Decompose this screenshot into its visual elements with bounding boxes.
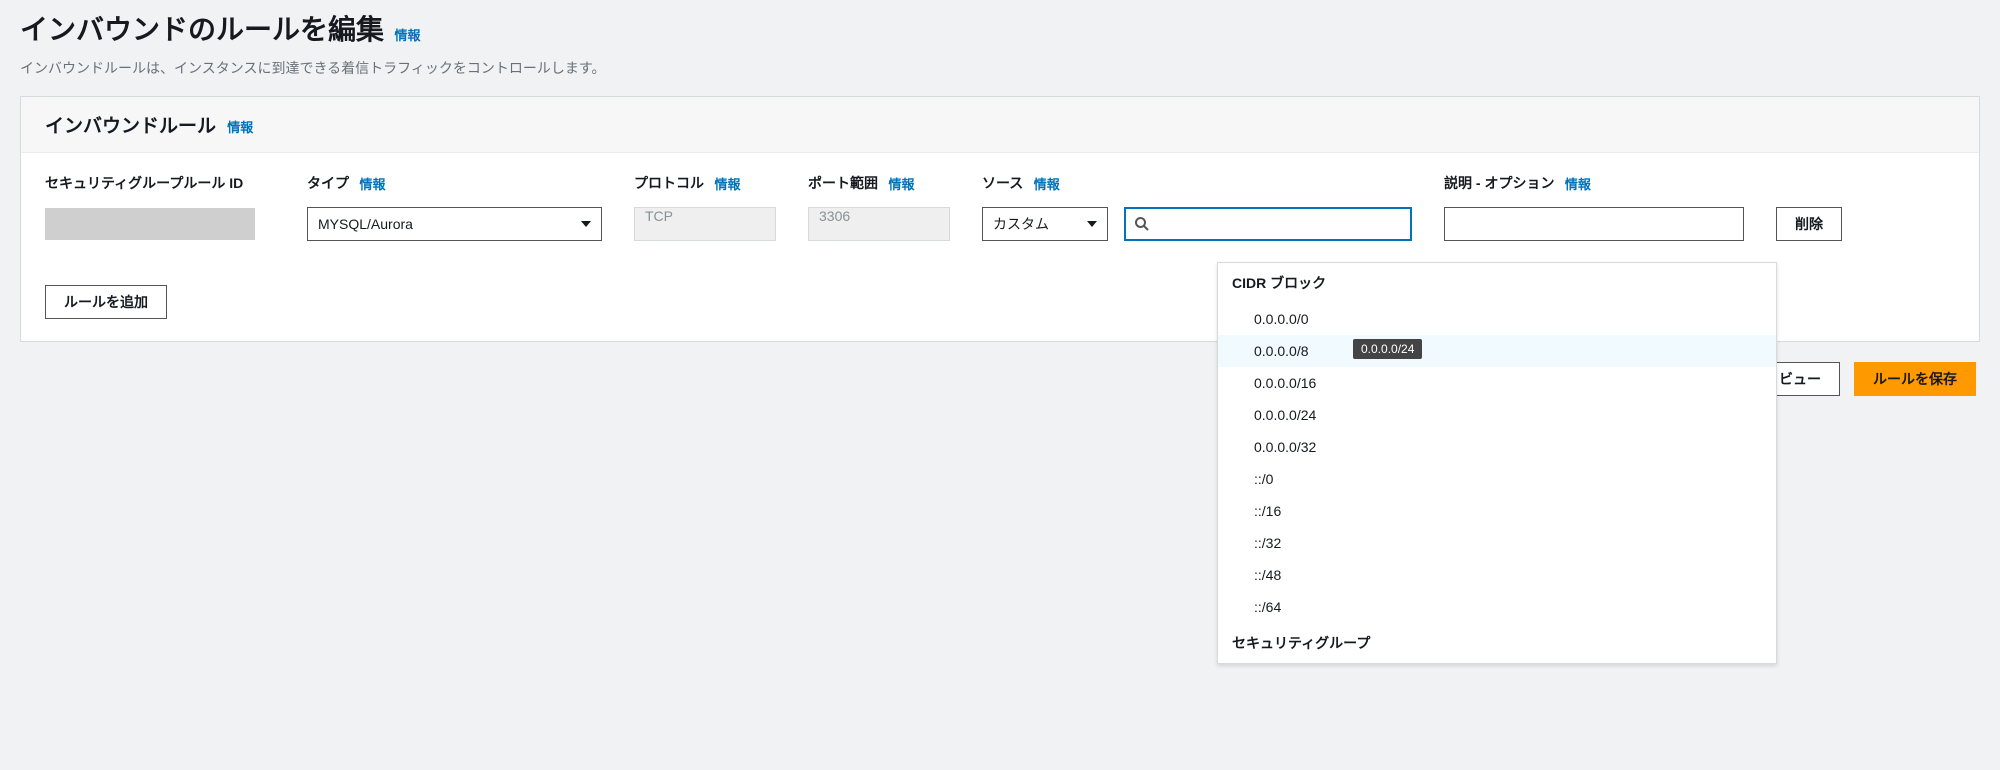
rules-table: セキュリティグループルール ID タイプ 情報 プロトコル 情報 ポート範囲 情… bbox=[21, 153, 1979, 267]
protocol-value: TCP bbox=[645, 208, 673, 224]
page-title-info-link[interactable]: 情報 bbox=[394, 28, 420, 43]
col-type-info-link[interactable]: 情報 bbox=[359, 177, 385, 192]
dropdown-item[interactable]: ::/48 bbox=[1218, 559, 1776, 591]
rule-id-value bbox=[45, 208, 255, 240]
col-protocol: プロトコル bbox=[634, 175, 704, 191]
col-source: ソース bbox=[982, 175, 1023, 191]
source-mode-select[interactable]: カスタム bbox=[982, 207, 1108, 241]
port-value: 3306 bbox=[819, 208, 850, 224]
col-protocol-info-link[interactable]: 情報 bbox=[714, 177, 740, 192]
col-rule-id: セキュリティグループルール ID bbox=[45, 175, 243, 191]
col-port-info-link[interactable]: 情報 bbox=[888, 177, 914, 192]
col-port: ポート範囲 bbox=[808, 175, 878, 191]
caret-down-icon bbox=[1087, 221, 1097, 227]
caret-down-icon bbox=[581, 221, 591, 227]
inbound-rules-panel: インバウンドルール 情報 セキュリティグループルール ID タイプ 情報 プロト… bbox=[20, 96, 1980, 342]
col-type: タイプ bbox=[307, 175, 349, 191]
dropdown-tooltip: 0.0.0.0/24 bbox=[1353, 339, 1422, 359]
type-select-value: MYSQL/Aurora bbox=[318, 216, 413, 232]
col-description: 説明 - オプション bbox=[1444, 175, 1554, 191]
source-mode-value: カスタム bbox=[993, 214, 1049, 234]
dropdown-item[interactable]: ::/32 bbox=[1218, 527, 1776, 559]
dropdown-item[interactable]: ::/16 bbox=[1218, 495, 1776, 527]
panel-title-info-link[interactable]: 情報 bbox=[227, 120, 253, 135]
source-dropdown: CIDR ブロック 0.0.0.0/00.0.0.0/80.0.0.0/240.… bbox=[1217, 262, 1777, 664]
source-dropdown-scroll[interactable]: CIDR ブロック 0.0.0.0/00.0.0.0/80.0.0.0/240.… bbox=[1218, 263, 1776, 663]
description-input[interactable] bbox=[1444, 207, 1744, 241]
save-rules-button[interactable]: ルールを保存 bbox=[1854, 362, 1976, 396]
port-input: 3306 bbox=[808, 207, 950, 241]
panel-header: インバウンドルール 情報 bbox=[21, 97, 1979, 153]
dropdown-cidr-header: CIDR ブロック bbox=[1218, 263, 1776, 303]
source-search-input[interactable] bbox=[1124, 207, 1413, 241]
protocol-input: TCP bbox=[634, 207, 776, 241]
dropdown-item[interactable]: 0.0.0.0/80.0.0.0/24 bbox=[1218, 335, 1776, 367]
col-source-info-link[interactable]: 情報 bbox=[1034, 177, 1060, 192]
dropdown-item[interactable]: 0.0.0.0/32 bbox=[1218, 431, 1776, 463]
search-icon bbox=[1134, 216, 1150, 232]
dropdown-item[interactable]: 0.0.0.0/16 bbox=[1218, 367, 1776, 399]
page-description: インバウンドルールは、インスタンスに到達できる着信トラフィックをコントロールしま… bbox=[20, 58, 1980, 78]
dropdown-item[interactable]: 0.0.0.0/24 bbox=[1218, 399, 1776, 431]
panel-title: インバウンドルール bbox=[45, 116, 216, 137]
dropdown-item[interactable]: ::/0 bbox=[1218, 463, 1776, 495]
type-select[interactable]: MYSQL/Aurora bbox=[307, 207, 602, 241]
col-description-info-link[interactable]: 情報 bbox=[1565, 177, 1591, 192]
add-rule-button[interactable]: ルールを追加 bbox=[45, 285, 167, 319]
dropdown-sg-header: セキュリティグループ bbox=[1218, 623, 1776, 663]
dropdown-item[interactable]: 0.0.0.0/0 bbox=[1218, 303, 1776, 335]
rule-row: MYSQL/Aurora TCP 3306 カスタム bbox=[45, 207, 1955, 241]
page-title: インバウンドのルールを編集 bbox=[20, 8, 384, 48]
delete-button[interactable]: 削除 bbox=[1776, 207, 1842, 241]
dropdown-item[interactable]: ::/64 bbox=[1218, 591, 1776, 623]
